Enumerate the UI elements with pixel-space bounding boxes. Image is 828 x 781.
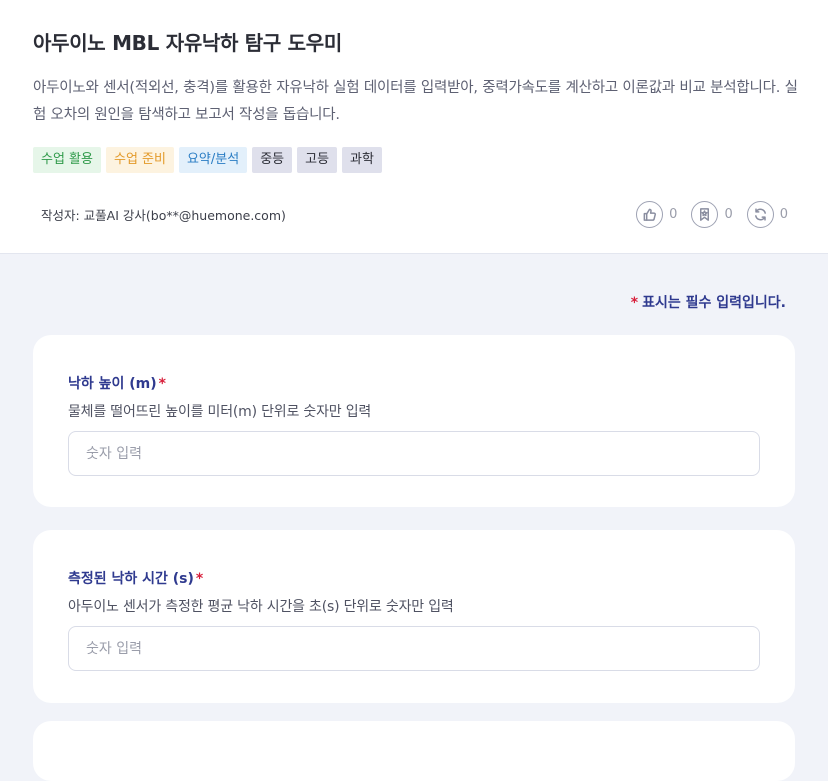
page-title: 아두이노 MBL 자유낙하 탐구 도우미 xyxy=(33,31,342,55)
tag-class-use[interactable]: 수업 활용 xyxy=(33,147,101,173)
bookmark-count: 0 xyxy=(724,206,733,222)
required-mark: * xyxy=(158,376,166,392)
tag-science[interactable]: 과학 xyxy=(342,147,382,173)
refresh-icon[interactable] xyxy=(746,200,774,228)
field-help-text: 물체를 떨어뜨린 높이를 미터(m) 단위로 숫자만 입력 xyxy=(68,404,372,420)
tag-middle-school[interactable]: 중등 xyxy=(252,147,293,173)
required-star: * xyxy=(630,295,639,311)
field-label-text: 측정된 낙하 시간 (s) xyxy=(68,571,194,587)
action-group: 0 0 0 xyxy=(636,200,788,228)
field-card-fall-time: 측정된 낙하 시간 (s) * 아두이노 센서가 측정한 평균 낙하 시간을 초(… xyxy=(33,530,795,703)
field-label: 낙하 높이 (m) * xyxy=(68,373,760,393)
tool-header: 아두이노 MBL 자유낙하 탐구 도우미 아두이노와 센서(적외선, 충격)를 … xyxy=(0,0,828,254)
meta-row: 작성자: 교풀AI 강사(bo**@huemone.com) 0 0 0 xyxy=(33,200,788,228)
like-count: 0 xyxy=(669,206,678,222)
required-note-text: 표시는 필수 입력입니다. xyxy=(642,295,786,311)
required-mark: * xyxy=(195,571,204,587)
like-action: 0 xyxy=(636,200,678,228)
bookmark-icon[interactable] xyxy=(691,200,719,228)
tag-high-school[interactable]: 고등 xyxy=(297,147,338,173)
bookmark-action: 0 xyxy=(691,200,733,228)
required-note: * 표시는 필수 입력입니다. xyxy=(631,292,786,312)
refresh-action: 0 xyxy=(746,200,788,228)
fall-time-input[interactable] xyxy=(68,626,760,671)
tag-summary-analysis[interactable]: 요약/분석 xyxy=(178,147,248,173)
author-info: 작성자: 교풀AI 강사(bo**@huemone.com) xyxy=(41,207,286,223)
tag-class-prep[interactable]: 수업 준비 xyxy=(105,147,174,173)
thumbs-up-icon[interactable] xyxy=(636,200,664,228)
field-help-text: 아두이노 센서가 측정한 평균 낙하 시간을 초(s) 단위로 숫자만 입력 xyxy=(68,599,454,615)
tool-description: 아두이노와 센서(적외선, 충격)를 활용한 자유낙하 실험 데이터를 입력받아… xyxy=(33,80,798,123)
field-label-text: 낙하 높이 (m) xyxy=(68,376,157,392)
field-card-drop-height: 낙하 높이 (m) * 물체를 떨어뜨린 높이를 미터(m) 단위로 숫자만 입력 xyxy=(33,335,795,507)
tag-list: 수업 활용 수업 준비 요약/분석 중등 고등 과학 xyxy=(33,147,382,173)
field-label: 측정된 낙하 시간 (s) * xyxy=(68,568,760,588)
field-card-next xyxy=(33,721,795,781)
drop-height-input[interactable] xyxy=(68,431,760,476)
refresh-count: 0 xyxy=(779,206,788,222)
